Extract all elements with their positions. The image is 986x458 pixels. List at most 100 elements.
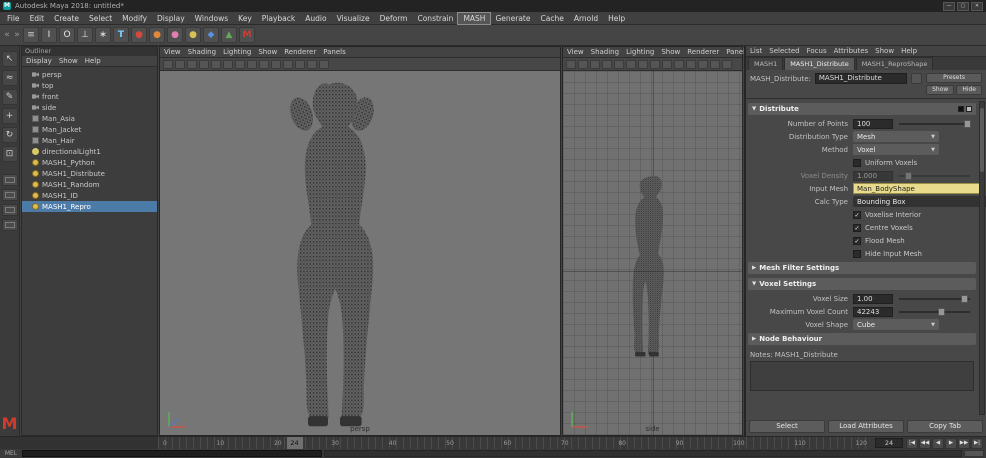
- mash-blue-node-icon[interactable]: ◆: [203, 27, 219, 43]
- current-frame-marker[interactable]: 24: [287, 437, 303, 449]
- shelf-scroll-left-icon[interactable]: «: [3, 27, 11, 43]
- menu-item[interactable]: Windows: [190, 13, 233, 24]
- shadows-icon[interactable]: [283, 60, 293, 69]
- rotate-tool-icon[interactable]: ↻: [2, 127, 18, 143]
- outliner-item[interactable]: front: [22, 91, 157, 102]
- scrollbar-thumb[interactable]: [980, 108, 984, 172]
- make-live-icon[interactable]: [602, 60, 612, 69]
- menu-item[interactable]: Cache: [535, 13, 568, 24]
- paint-select-tool-icon[interactable]: ✎: [2, 89, 18, 105]
- maximize-button[interactable]: ▢: [957, 2, 969, 11]
- playback-button[interactable]: ◀: [932, 438, 944, 449]
- max-voxel-count-field[interactable]: 42243: [853, 307, 893, 317]
- menu-item[interactable]: Playback: [257, 13, 300, 24]
- snap-point-icon[interactable]: [590, 60, 600, 69]
- shaded-icon[interactable]: [650, 60, 660, 69]
- viewport-menu-item[interactable]: View: [567, 48, 584, 56]
- layout-persp-outliner-icon[interactable]: [2, 204, 18, 216]
- mash-waiter-icon[interactable]: M: [239, 27, 255, 43]
- attribute-editor-menu-item[interactable]: Help: [901, 47, 917, 55]
- attribute-editor-button[interactable]: Load Attributes: [828, 420, 904, 433]
- screen-ao-icon[interactable]: [698, 60, 708, 69]
- attribute-editor-button[interactable]: Select: [749, 420, 825, 433]
- lasso-tool-icon[interactable]: ≈: [2, 70, 18, 86]
- outliner-item[interactable]: MASH1_Python: [22, 157, 157, 168]
- menu-item[interactable]: Arnold: [569, 13, 603, 24]
- perspective-canvas[interactable]: persp: [160, 71, 560, 435]
- outliner-menu-item[interactable]: Show: [59, 57, 78, 65]
- node-tab[interactable]: MASH1_ReproShape: [856, 57, 934, 70]
- ep-curve-icon[interactable]: I: [41, 27, 57, 43]
- textured-icon[interactable]: [662, 60, 672, 69]
- isolate-select-icon[interactable]: [223, 60, 233, 69]
- menu-item[interactable]: Edit: [25, 13, 50, 24]
- make-live-icon[interactable]: [199, 60, 209, 69]
- outliner-item[interactable]: Man_Jacket: [22, 124, 157, 135]
- outliner-item[interactable]: MASH1_ID: [22, 190, 157, 201]
- move-tool-icon[interactable]: +: [2, 108, 18, 124]
- command-line-mode-label[interactable]: MEL: [0, 450, 22, 457]
- shelf-scroll-right-icon[interactable]: »: [13, 27, 21, 43]
- mash-network-red-icon[interactable]: ●: [131, 27, 147, 43]
- section-distribute[interactable]: ▼ Distribute: [748, 103, 976, 115]
- hide-button[interactable]: Hide: [956, 85, 982, 95]
- viewport-menu-item[interactable]: Shading: [591, 48, 619, 56]
- side-canvas[interactable]: side: [563, 71, 742, 435]
- menu-item[interactable]: Constrain: [412, 13, 458, 24]
- exposure-icon[interactable]: [722, 60, 732, 69]
- playback-button[interactable]: ◀◀: [919, 438, 931, 449]
- viewport-menu-item[interactable]: Renderer: [284, 48, 316, 56]
- current-time-field[interactable]: 24: [875, 438, 903, 448]
- wireframe-icon[interactable]: [235, 60, 245, 69]
- attribute-editor-menu-item[interactable]: List: [750, 47, 762, 55]
- voxelise-interior-checkbox[interactable]: [853, 211, 861, 219]
- outliner-item[interactable]: MASH1_Repro: [22, 201, 157, 212]
- command-line-input[interactable]: [22, 450, 322, 457]
- shadows-icon[interactable]: [686, 60, 696, 69]
- hide-input-mesh-checkbox[interactable]: [853, 250, 861, 258]
- use-all-lights-icon[interactable]: [271, 60, 281, 69]
- use-all-lights-icon[interactable]: [674, 60, 684, 69]
- uniform-voxels-checkbox[interactable]: [853, 159, 861, 167]
- focus-icon[interactable]: [911, 73, 923, 84]
- section-mesh-filter[interactable]: ▶ Mesh Filter Settings: [748, 262, 976, 274]
- outliner-item[interactable]: top: [22, 80, 157, 91]
- motion-blur-icon[interactable]: [710, 60, 720, 69]
- viewport-menu-item[interactable]: Show: [661, 48, 680, 56]
- layout-four-pane-icon[interactable]: [2, 189, 18, 201]
- attribute-editor-scrollbar[interactable]: [979, 101, 985, 415]
- voxel-density-slider[interactable]: [899, 171, 970, 181]
- presets-button[interactable]: Presets: [926, 73, 982, 83]
- number-of-points-field[interactable]: 100: [853, 119, 893, 129]
- minimize-button[interactable]: —: [943, 2, 955, 11]
- outliner-menu-item[interactable]: Display: [26, 57, 52, 65]
- mash-network-orange-icon[interactable]: ●: [149, 27, 165, 43]
- curves-shelf-icon[interactable]: ≡: [23, 27, 39, 43]
- textured-icon[interactable]: [259, 60, 269, 69]
- isolate-select-icon[interactable]: [626, 60, 636, 69]
- outliner-menu-item[interactable]: Help: [85, 57, 101, 65]
- viewport-menu-item[interactable]: Shading: [188, 48, 216, 56]
- attribute-editor-menu-item[interactable]: Show: [875, 47, 894, 55]
- section-voxel-settings[interactable]: ▼ Voxel Settings: [748, 278, 976, 290]
- menu-item[interactable]: Audio: [300, 13, 331, 24]
- viewport-menu-item[interactable]: Renderer: [687, 48, 719, 56]
- menu-item[interactable]: Display: [152, 13, 190, 24]
- wireframe-icon[interactable]: [638, 60, 648, 69]
- layout-two-pane-icon[interactable]: [2, 219, 18, 231]
- voxel-size-slider[interactable]: [899, 294, 970, 304]
- attribute-editor-menu-item[interactable]: Attributes: [834, 47, 869, 55]
- flood-mesh-checkbox[interactable]: [853, 237, 861, 245]
- shaded-icon[interactable]: [247, 60, 257, 69]
- voxel-density-field[interactable]: 1.000: [853, 171, 893, 181]
- mash-network-pink-icon[interactable]: ●: [167, 27, 183, 43]
- show-button[interactable]: Show: [926, 85, 954, 95]
- menu-item[interactable]: Visualize: [332, 13, 375, 24]
- method-dropdown[interactable]: Voxel ▼: [853, 144, 939, 155]
- screen-ao-icon[interactable]: [295, 60, 305, 69]
- max-voxel-count-slider[interactable]: [899, 307, 970, 317]
- snap-tool-icon[interactable]: ∗: [95, 27, 111, 43]
- timeline-ruler[interactable]: 0102030405060708090100110120 24: [158, 437, 872, 449]
- select-tool-icon[interactable]: ↖: [2, 51, 18, 67]
- scale-tool-icon[interactable]: ⊡: [2, 146, 18, 162]
